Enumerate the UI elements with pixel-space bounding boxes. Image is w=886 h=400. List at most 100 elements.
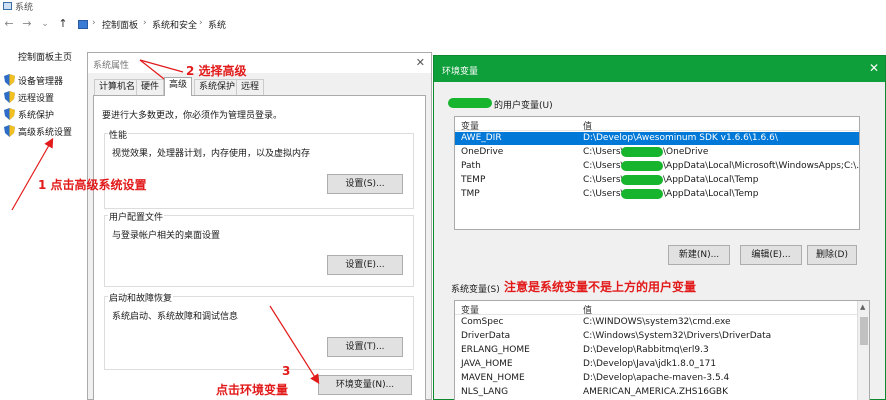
redacted-username — [621, 147, 663, 157]
annotation-step-1: 1 点击高级系统设置 — [38, 178, 147, 192]
shield-icon — [4, 125, 15, 137]
breadcrumb-separator: › — [199, 18, 203, 28]
variable-value: D:\Develop\apache-maven-3.5.4 — [583, 373, 730, 383]
up-arrow-icon[interactable]: ↑ — [56, 17, 70, 31]
env-dialog-titlebar: 环境变量 ✕ — [434, 56, 885, 82]
tab-remote[interactable]: 远程 — [236, 79, 265, 95]
variable-name: NLS_LANG — [461, 387, 509, 397]
column-header-value: 值 — [583, 306, 593, 316]
dialog-titlebar: 系统属性 ✕ — [88, 53, 431, 73]
user-profiles-group — [104, 215, 414, 287]
variable-name: ERLANG_HOME — [461, 345, 530, 355]
system-icon — [3, 2, 12, 10]
tab-system-protection[interactable]: 系统保护 — [194, 79, 241, 95]
user-profiles-label: 用户配置文件 — [108, 210, 165, 223]
user-variables-header: 变量 值 — [455, 117, 859, 132]
variable-name: OneDrive — [461, 147, 504, 157]
forward-arrow-icon[interactable]: → — [20, 17, 34, 31]
tab-computer-name[interactable]: 计算机名 — [94, 79, 141, 95]
redacted-username — [448, 98, 492, 108]
window-titlebar: 系统 — [0, 0, 886, 13]
column-header-variable: 变量 — [461, 122, 480, 132]
sidebar-item-advanced-settings[interactable]: 高级系统设置 — [4, 124, 72, 138]
control-panel-sidebar: 控制面板主页 设备管理器 远程设置 系统保护 高级系统设置 — [0, 36, 90, 400]
close-icon[interactable]: ✕ — [869, 61, 879, 75]
user-new-button[interactable]: 新建(N)... — [668, 245, 730, 265]
variable-value: D:\Develop\Awesominum SDK v1.6.6\1.6.6\ — [583, 133, 778, 143]
dialog-title: 系统属性 — [93, 61, 130, 71]
shield-icon — [4, 74, 15, 86]
variable-value: D:\Develop\Java\jdk1.8.0_171 — [583, 359, 717, 369]
user-variables-label: 的用户变量(U) — [494, 101, 553, 111]
user-delete-button[interactable]: 删除(D) — [807, 245, 857, 265]
variable-value-tail: \AppData\Local\Microsoft\WindowsApps;C:\… — [663, 161, 860, 171]
table-row[interactable]: DriverData C:\Windows\System32\Drivers\D… — [455, 330, 869, 343]
user-profiles-settings-button[interactable]: 设置(E)... — [327, 255, 403, 275]
annotation-step-2: 2 选择高级 — [186, 64, 247, 78]
startup-recovery-settings-button[interactable]: 设置(T)... — [327, 337, 403, 357]
annotation-system-variables-note: 注意是系统变量不是上方的用户变量 — [504, 280, 697, 294]
address-bar: ← → ⌄ ↑ › 控制面板 › 系统和安全 › 系统 — [0, 14, 886, 36]
sidebar-item-label: 高级系统设置 — [18, 127, 73, 138]
scrollbar-thumb[interactable] — [860, 317, 868, 345]
table-row[interactable]: ComSpec C:\WINDOWS\system32\cmd.exe — [455, 316, 869, 329]
variable-value: C:\Users\ — [583, 161, 624, 171]
variable-value-tail: \OneDrive — [663, 147, 709, 157]
user-edit-button[interactable]: 编辑(E)... — [740, 245, 802, 265]
tab-advanced[interactable]: 高级 — [164, 77, 193, 96]
variable-value-tail: \AppData\Local\Temp — [663, 189, 759, 199]
variable-name: JAVA_HOME — [461, 359, 513, 369]
shield-icon — [4, 108, 15, 120]
breadcrumb-system[interactable]: 系统 — [208, 18, 226, 31]
breadcrumb-system-security[interactable]: 系统和安全 — [152, 18, 197, 31]
variable-value: C:\Users\ — [583, 175, 624, 185]
table-row[interactable]: JAVA_HOME D:\Develop\Java\jdk1.8.0_171 — [455, 358, 869, 371]
variable-name: TEMP — [461, 175, 486, 185]
performance-desc: 视觉效果，处理器计划，内存使用，以及虚拟内存 — [112, 149, 311, 159]
startup-recovery-group — [104, 296, 414, 370]
system-variables-list[interactable]: 变量 值 ComSpec C:\WINDOWS\system32\cmd.exe… — [454, 300, 870, 400]
close-icon[interactable]: ✕ — [416, 56, 425, 69]
system-properties-dialog: 系统属性 ✕ 计算机名 硬件 高级 系统保护 远程 要进行大多数更改，你必须作为… — [87, 52, 432, 400]
redacted-username — [621, 161, 663, 171]
environment-variables-button[interactable]: 环境变量(N)... — [318, 375, 412, 395]
user-variables-list[interactable]: 变量 值 AWE_DIR D:\Develop\Awesominum SDK v… — [454, 116, 860, 230]
table-row[interactable]: OneDrive C:\Users\ \OneDrive — [455, 146, 859, 159]
table-row[interactable]: ERLANG_HOME D:\Develop\Rabbitmq\erl9.3 — [455, 344, 869, 357]
variable-name: DriverData — [461, 331, 511, 341]
tab-hardware[interactable]: 硬件 — [136, 79, 165, 95]
sidebar-item-device-manager[interactable]: 设备管理器 — [4, 73, 63, 87]
recent-locations-chevron-icon[interactable]: ⌄ — [38, 17, 52, 31]
breadcrumb-control-panel[interactable]: 控制面板 — [102, 18, 138, 31]
sidebar-item-system-protection[interactable]: 系统保护 — [4, 107, 54, 121]
performance-group — [104, 133, 414, 209]
variable-value: D:\Develop\Rabbitmq\erl9.3 — [583, 345, 709, 355]
variable-name: TMP — [461, 189, 480, 199]
startup-recovery-label: 启动和故障恢复 — [108, 291, 174, 304]
sidebar-home-link[interactable]: 控制面板主页 — [18, 50, 72, 63]
variable-value: C:\Users\ — [583, 147, 624, 157]
table-row[interactable]: TEMP C:\Users\ \AppData\Local\Temp — [455, 174, 859, 187]
column-header-variable: 变量 — [461, 306, 480, 316]
variable-value: C:\Windows\System32\Drivers\DriverData — [583, 331, 772, 341]
variable-value: C:\WINDOWS\system32\cmd.exe — [583, 317, 731, 327]
sidebar-item-remote-settings[interactable]: 远程设置 — [4, 90, 54, 104]
variable-name: AWE_DIR — [461, 133, 502, 143]
startup-recovery-desc: 系统启动、系统故障和调试信息 — [112, 312, 239, 322]
scroll-up-icon[interactable]: ▲ — [860, 303, 865, 311]
table-row[interactable]: Path C:\Users\ \AppData\Local\Microsoft\… — [455, 160, 859, 173]
table-row[interactable]: MAVEN_HOME D:\Develop\apache-maven-3.5.4 — [455, 372, 869, 385]
table-row[interactable]: AWE_DIR D:\Develop\Awesominum SDK v1.6.6… — [455, 132, 859, 145]
system-variables-scrollbar[interactable]: ▲ — [857, 301, 869, 400]
table-row[interactable]: NLS_LANG AMERICAN_AMERICA.ZHS16GBK — [455, 386, 869, 399]
redacted-username — [621, 175, 663, 185]
annotation-step-3: 点击环境变量 — [216, 383, 289, 397]
column-header-value: 值 — [583, 122, 593, 132]
table-row[interactable]: TMP C:\Users\ \AppData\Local\Temp — [455, 188, 859, 201]
breadcrumb-separator: › — [143, 18, 147, 28]
variable-name: MAVEN_HOME — [461, 373, 525, 383]
control-panel-icon — [78, 20, 88, 29]
environment-variables-dialog: 环境变量 ✕ 的用户变量(U) 变量 值 AWE_DIR D:\Develop\… — [433, 55, 886, 400]
back-arrow-icon[interactable]: ← — [2, 17, 16, 31]
performance-settings-button[interactable]: 设置(S)... — [327, 174, 403, 194]
